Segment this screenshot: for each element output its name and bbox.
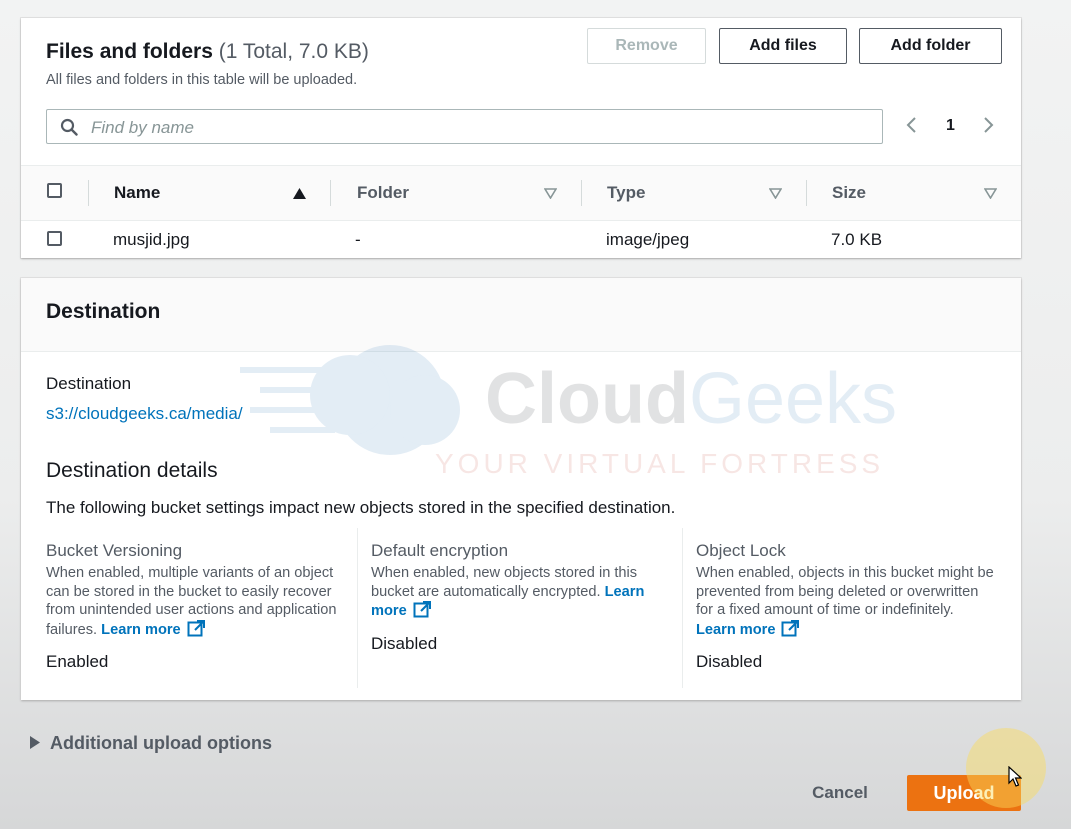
bucket-versioning-value: Enabled <box>46 652 109 671</box>
column-header-size[interactable]: Size <box>832 183 866 203</box>
destination-label: Destination <box>46 374 132 393</box>
bucket-versioning-learn-more-link[interactable]: Learn more <box>101 619 205 638</box>
add-files-button[interactable]: Add files <box>719 28 847 64</box>
search-input[interactable]: Find by name <box>46 109 883 144</box>
learn-text: Learn <box>604 583 645 600</box>
external-link-icon <box>781 619 800 643</box>
files-panel-title: Files and folders (1 Total, 7.0 KB) <box>46 40 369 64</box>
caret-right-icon <box>30 733 40 754</box>
object-lock-value: Disabled <box>696 652 763 671</box>
additional-upload-options-toggle[interactable]: Additional upload options <box>30 733 272 754</box>
files-description: All files and folders in this table will… <box>46 72 358 88</box>
default-encryption-value: Disabled <box>371 634 438 653</box>
default-encryption-text: When enabled, new objects stored in this… <box>371 565 638 600</box>
destination-panel: Destination Destination s3://cloudgeeks.… <box>21 278 1021 700</box>
page-number[interactable]: 1 <box>946 117 955 135</box>
learn-more-text: Learn more <box>696 621 776 638</box>
sort-icon[interactable] <box>983 186 998 204</box>
mouse-pointer-icon <box>1008 765 1023 793</box>
cell-size: 7.0 KB <box>831 230 883 249</box>
column-divider <box>581 180 582 206</box>
cell-type: image/jpeg <box>606 230 690 249</box>
search-placeholder: Find by name <box>91 118 194 137</box>
default-encryption-description: When enabled, new objects stored in this… <box>371 564 671 624</box>
default-encryption-title: Default encryption <box>371 541 509 560</box>
object-lock-text: When enabled, objects in this bucket mig… <box>696 565 994 618</box>
external-link-icon <box>187 619 205 643</box>
object-lock-learn-more-link[interactable]: Learn more <box>696 619 800 638</box>
additional-upload-options-label: Additional upload options <box>50 733 272 753</box>
files-count: (1 Total, 7.0 KB) <box>218 40 369 63</box>
previous-page-icon[interactable] <box>905 115 919 140</box>
destination-panel-title: Destination <box>46 300 161 323</box>
destination-details-description: The following bucket settings impact new… <box>46 498 676 517</box>
object-lock-description: When enabled, objects in this bucket mig… <box>696 564 996 642</box>
cell-name: musjid.jpg <box>113 230 190 249</box>
remove-button[interactable]: Remove <box>587 28 706 64</box>
bucket-versioning-title: Bucket Versioning <box>46 541 183 560</box>
table-header: Name Folder Type Size <box>21 165 1021 221</box>
add-folder-button[interactable]: Add folder <box>859 28 1002 64</box>
files-and-folders-panel: Files and folders (1 Total, 7.0 KB) All … <box>21 18 1021 258</box>
cancel-button[interactable]: Cancel <box>797 775 883 811</box>
select-all-checkbox[interactable] <box>47 183 62 198</box>
table-row[interactable]: musjid.jpg - image/jpeg 7.0 KB <box>21 220 1021 258</box>
column-divider <box>88 180 89 206</box>
column-header-type[interactable]: Type <box>607 183 645 203</box>
more-text: more <box>371 603 407 619</box>
bucket-versioning-description: When enabled, multiple variants of an ob… <box>46 564 346 642</box>
cursor-highlight <box>966 728 1046 808</box>
sort-ascending-icon[interactable] <box>293 186 306 204</box>
sort-icon[interactable] <box>543 186 558 204</box>
column-divider <box>330 180 331 206</box>
column-header-name[interactable]: Name <box>114 183 160 203</box>
next-page-icon[interactable] <box>981 115 995 140</box>
row-checkbox[interactable] <box>47 231 62 246</box>
destination-details-title: Destination details <box>46 459 218 482</box>
object-lock-title: Object Lock <box>696 541 786 560</box>
learn-more-text: Learn more <box>101 621 181 638</box>
files-title-text: Files and folders <box>46 40 213 63</box>
destination-path-link[interactable]: s3://cloudgeeks.ca/media/ <box>46 404 243 424</box>
cell-folder: - <box>355 230 361 249</box>
column-separator <box>682 528 683 688</box>
column-separator <box>357 528 358 688</box>
column-divider <box>806 180 807 206</box>
search-icon <box>60 118 78 141</box>
sort-icon[interactable] <box>768 186 783 204</box>
destination-header: Destination <box>21 278 1021 352</box>
external-link-icon <box>413 601 431 624</box>
column-header-folder[interactable]: Folder <box>357 183 409 203</box>
